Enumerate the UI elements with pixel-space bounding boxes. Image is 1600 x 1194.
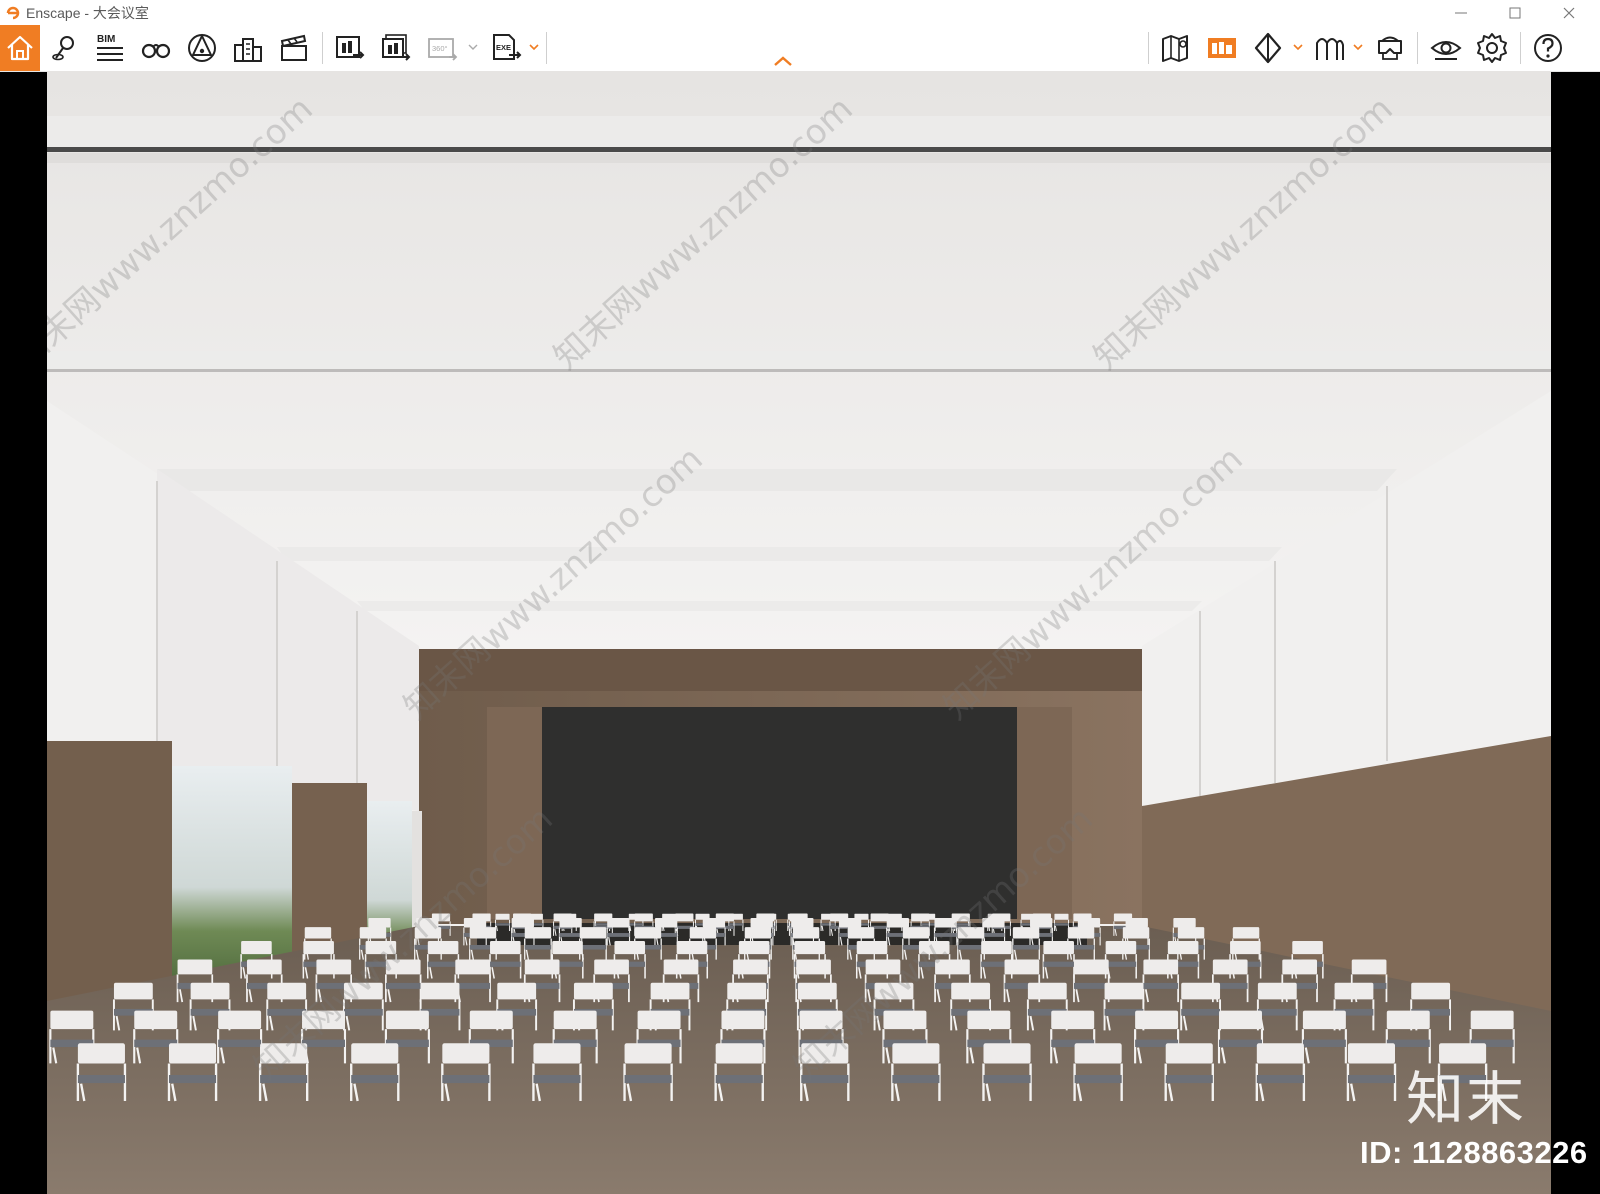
home-icon — [7, 35, 33, 61]
binoculars-icon — [141, 43, 171, 59]
help-button[interactable] — [1526, 25, 1570, 71]
gear-icon — [1477, 33, 1507, 63]
auditorium-render: 知末网www.znzmo.com 知末网www.znzmo.com 知末网www… — [47, 71, 1551, 1194]
views-button[interactable] — [226, 25, 270, 71]
material-button[interactable] — [1246, 25, 1290, 71]
batch-export-button[interactable] — [374, 25, 418, 71]
chevron-down-icon[interactable] — [467, 41, 479, 53]
vr-headset-icon — [1378, 36, 1402, 60]
exe-export-icon: EXE — [493, 34, 522, 60]
enscape-logo-icon — [6, 6, 20, 19]
chevron-up-icon[interactable] — [772, 54, 794, 68]
atlas-button[interactable] — [1308, 25, 1352, 71]
eye-icon — [1430, 41, 1462, 60]
panorama-label: 360° — [432, 44, 448, 53]
asset-library-icon — [1208, 38, 1236, 58]
bim-icon: BIM — [97, 34, 123, 61]
atlas-icon — [1316, 38, 1344, 60]
exe-label: EXE — [496, 43, 511, 52]
bim-button[interactable]: BIM — [88, 25, 132, 71]
toolbar-separator — [546, 32, 547, 64]
walk-mode-button[interactable] — [134, 25, 178, 71]
toolbar: BIM 360° EXE — [0, 25, 1600, 72]
help-icon — [1534, 34, 1562, 62]
map-icon — [1162, 35, 1188, 62]
cube-icon — [1254, 32, 1282, 64]
panorama-button[interactable]: 360° — [420, 25, 464, 71]
light-view-button[interactable] — [180, 25, 224, 71]
minimize-button[interactable] — [1434, 0, 1488, 25]
window-title: Enscape - 大会议室 — [26, 4, 149, 21]
render-viewport[interactable]: 知末网www.znzmo.com 知末网www.znzmo.com 知末网www… — [47, 71, 1551, 1194]
location-button[interactable] — [42, 25, 86, 71]
chevron-down-icon[interactable] — [528, 41, 540, 53]
bell-icon — [188, 33, 216, 62]
toolbar-separator — [1148, 32, 1149, 64]
chevron-down-icon[interactable] — [1292, 41, 1304, 53]
clapperboard-icon — [280, 34, 307, 61]
watermark-id: ID: 1128863226 — [1360, 1135, 1588, 1170]
map-button[interactable] — [1154, 25, 1198, 71]
watermark-logo: 知末 — [1406, 1065, 1527, 1133]
toolbar-separator — [322, 32, 323, 64]
asset-library-button[interactable] — [1200, 25, 1244, 71]
panorama-360-icon: 360° — [428, 38, 458, 61]
bim-label: BIM — [97, 34, 115, 45]
buildings-icon — [234, 38, 262, 62]
location-pin-icon — [52, 36, 74, 61]
screenshot-export-button[interactable] — [328, 25, 372, 71]
toolbar-separator — [1417, 32, 1418, 64]
close-button[interactable] — [1542, 0, 1596, 25]
title-bar: Enscape - 大会议室 — [0, 0, 1600, 25]
visual-settings-button[interactable] — [1424, 25, 1468, 71]
screenshot-export-icon — [336, 36, 365, 59]
settings-button[interactable] — [1470, 25, 1514, 71]
maximize-icon — [1509, 7, 1521, 18]
home-button[interactable] — [0, 25, 40, 71]
chevron-down-icon[interactable] — [1352, 41, 1364, 53]
toolbar-separator — [1520, 32, 1521, 64]
minimize-icon — [1455, 12, 1467, 13]
batch-export-icon — [382, 34, 411, 61]
close-icon — [1563, 7, 1575, 18]
exe-export-button[interactable]: EXE — [484, 25, 528, 71]
vr-headset-button[interactable] — [1368, 25, 1412, 71]
maximize-button[interactable] — [1488, 0, 1542, 25]
video-editor-button[interactable] — [272, 25, 316, 71]
